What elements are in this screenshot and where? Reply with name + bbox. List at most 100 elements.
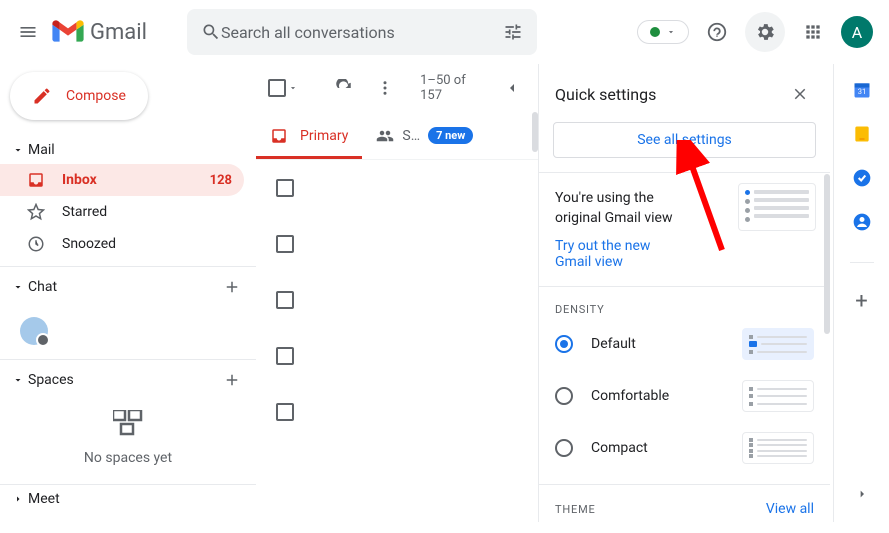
panel-title: Quick settings: [555, 85, 656, 104]
checkbox-icon: [268, 79, 286, 97]
nav-label: Inbox: [62, 172, 97, 188]
search-bar[interactable]: [187, 9, 537, 55]
panel-scrollbar[interactable]: [824, 174, 830, 334]
compose-button[interactable]: Compose: [10, 72, 148, 120]
row-checkbox[interactable]: [276, 291, 294, 309]
theme-section-label: THEME: [555, 503, 596, 516]
mail-row[interactable]: [256, 216, 538, 272]
spaces-section-toggle[interactable]: Spaces: [0, 360, 256, 400]
settings-button[interactable]: [745, 12, 785, 52]
density-preview-compact: [742, 432, 814, 464]
chevron-down-icon: [288, 83, 298, 93]
apps-grid-icon: [803, 22, 823, 42]
more-button[interactable]: [369, 72, 400, 104]
radio-icon: [555, 387, 573, 405]
inbox-count: 128: [210, 173, 232, 188]
app-name: Gmail: [90, 20, 147, 45]
density-section-label: DENSITY: [555, 303, 814, 316]
close-panel-button[interactable]: [786, 80, 814, 108]
chevron-left-icon: [504, 80, 520, 96]
more-vert-icon: [376, 79, 394, 97]
mail-section-label: Mail: [28, 142, 55, 158]
chevron-right-icon: [854, 486, 870, 502]
hamburger-icon: [18, 22, 38, 42]
people-icon: [376, 127, 394, 145]
main-menu-button[interactable]: [8, 12, 48, 52]
account-avatar[interactable]: A: [841, 16, 873, 48]
contacts-icon: [852, 212, 872, 232]
star-icon: [27, 203, 45, 221]
inbox-icon: [270, 127, 288, 145]
view-preview-thumbnail: [738, 183, 816, 231]
mail-row[interactable]: [256, 328, 538, 384]
new-space-button[interactable]: [218, 366, 246, 394]
see-all-settings-button[interactable]: See all settings: [553, 122, 816, 158]
tune-icon[interactable]: [503, 22, 523, 42]
chevron-right-icon: [12, 493, 24, 505]
status-chip[interactable]: [637, 20, 689, 44]
contacts-app-button[interactable]: [852, 212, 872, 236]
chat-user-avatar[interactable]: [20, 317, 48, 345]
compose-label: Compose: [66, 88, 126, 104]
mail-row[interactable]: [256, 384, 538, 440]
no-spaces-text: No spaces yet: [0, 450, 256, 466]
tab-social[interactable]: S… 7 new: [362, 112, 487, 159]
density-default[interactable]: Default: [555, 328, 814, 360]
try-new-view-link[interactable]: Try out the new Gmail view: [555, 238, 814, 270]
status-dot-icon: [650, 27, 660, 37]
row-checkbox[interactable]: [276, 235, 294, 253]
plus-icon: [223, 278, 241, 296]
apps-button[interactable]: [793, 12, 833, 52]
meet-section-label: Meet: [28, 491, 60, 507]
clock-icon: [27, 235, 45, 253]
radio-icon: [555, 335, 573, 353]
refresh-button[interactable]: [328, 72, 359, 104]
row-checkbox[interactable]: [276, 347, 294, 365]
tab-label: Primary: [300, 128, 348, 144]
using-text-2: original Gmail view: [555, 210, 672, 226]
chevron-down-icon: [12, 374, 24, 386]
mail-row[interactable]: [256, 160, 538, 216]
calendar-icon: 31: [852, 80, 872, 100]
mail-section-toggle[interactable]: Mail: [0, 136, 256, 164]
meet-section-toggle[interactable]: Meet: [0, 485, 256, 513]
plus-icon: [223, 371, 241, 389]
density-compact[interactable]: Compact: [555, 432, 814, 464]
help-icon: [706, 21, 728, 43]
tab-badge: 7 new: [428, 127, 473, 144]
radio-icon: [555, 439, 573, 457]
density-comfortable[interactable]: Comfortable: [555, 380, 814, 412]
hide-side-panel-button[interactable]: [854, 486, 870, 506]
nav-inbox[interactable]: Inbox 128: [0, 164, 244, 196]
tasks-app-button[interactable]: [852, 168, 872, 192]
pencil-icon: [32, 86, 52, 106]
support-button[interactable]: [697, 12, 737, 52]
new-chat-button[interactable]: [218, 273, 246, 301]
get-addons-button[interactable]: +: [855, 289, 867, 314]
select-all-checkbox[interactable]: [268, 79, 298, 97]
tab-primary[interactable]: Primary: [256, 112, 362, 159]
chat-section-toggle[interactable]: Chat: [0, 267, 256, 307]
search-icon: [201, 22, 221, 42]
theme-view-all-link[interactable]: View all: [766, 501, 814, 517]
calendar-app-button[interactable]: 31: [852, 80, 872, 104]
gear-icon: [754, 21, 776, 43]
chevron-down-icon: [12, 281, 24, 293]
refresh-icon: [335, 79, 353, 97]
keep-app-button[interactable]: [852, 124, 872, 148]
nav-label: Starred: [62, 204, 107, 220]
spaces-empty-illustration: [0, 410, 256, 436]
nav-label: Snoozed: [62, 236, 116, 252]
row-checkbox[interactable]: [276, 179, 294, 197]
mail-row[interactable]: [256, 272, 538, 328]
search-input[interactable]: [221, 23, 495, 42]
tab-label: S…: [402, 128, 420, 144]
row-checkbox[interactable]: [276, 403, 294, 421]
gmail-logo[interactable]: Gmail: [52, 20, 147, 45]
chevron-down-icon: [12, 144, 24, 156]
close-icon: [791, 85, 809, 103]
using-text-1: You're using the: [555, 190, 654, 206]
nav-starred[interactable]: Starred: [0, 196, 244, 228]
nav-snoozed[interactable]: Snoozed: [0, 228, 244, 260]
prev-page-button[interactable]: [499, 74, 526, 102]
